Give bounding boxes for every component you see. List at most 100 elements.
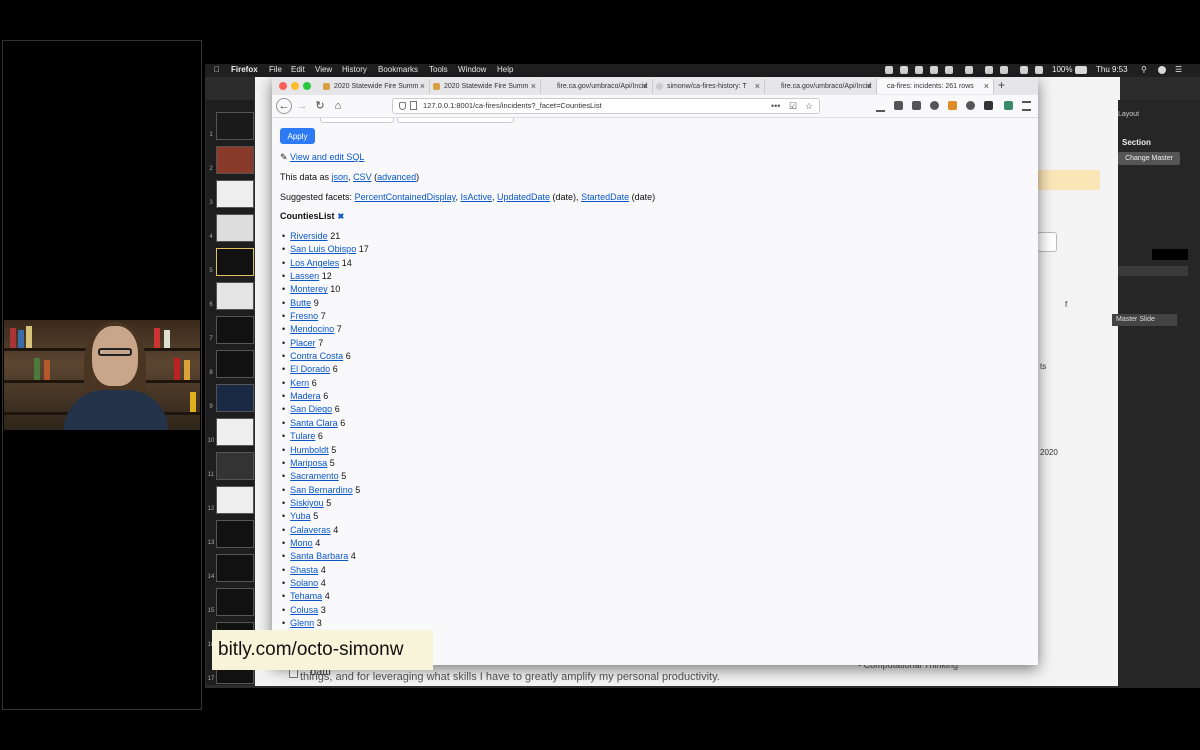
facet-value-link[interactable]: Santa Clara xyxy=(290,418,338,428)
window-zoom-button[interactable] xyxy=(303,82,311,90)
tab-github-ca-fires-history[interactable]: simonw/ca-fires-history: T × xyxy=(653,79,765,94)
status-icon[interactable] xyxy=(900,66,908,74)
keynote-search-icon[interactable] xyxy=(1037,232,1057,252)
wifi-icon[interactable] xyxy=(1020,66,1028,74)
facet-value-link[interactable]: Shasta xyxy=(290,565,318,575)
facet-link-percentcontained[interactable]: PercentContainedDisplay xyxy=(355,192,456,202)
view-edit-sql-link[interactable]: View and edit SQL xyxy=(290,152,364,162)
volume-icon[interactable] xyxy=(1035,66,1043,74)
spotlight-icon[interactable]: ⚲ xyxy=(1141,65,1147,74)
dropbox-icon[interactable] xyxy=(885,66,893,74)
library-icon[interactable] xyxy=(894,101,903,110)
back-arrow-icon[interactable]: ← xyxy=(276,98,292,114)
filter-input[interactable] xyxy=(320,118,394,123)
facet-value-link[interactable]: Mono xyxy=(290,538,313,548)
tab-close-icon[interactable]: × xyxy=(984,79,989,94)
pocket-icon[interactable]: ☑ xyxy=(789,99,797,113)
facet-value-link[interactable]: Yuba xyxy=(290,511,311,521)
tab-close-icon[interactable]: × xyxy=(643,79,648,94)
facet-value-link[interactable]: Lassen xyxy=(290,271,319,281)
json-link[interactable]: json xyxy=(332,172,349,182)
tracking-shield-icon[interactable] xyxy=(399,102,406,110)
facet-value-link[interactable]: Siskiyou xyxy=(290,498,324,508)
facet-link-isactive[interactable]: IsActive xyxy=(460,192,492,202)
hamburger-menu-icon[interactable] xyxy=(1022,101,1031,111)
menu-app-firefox[interactable]: Firefox xyxy=(231,65,258,74)
facet-value-link[interactable]: San Diego xyxy=(290,404,332,414)
bluetooth-icon[interactable] xyxy=(985,66,993,74)
status-icon[interactable] xyxy=(945,66,953,74)
menu-edit[interactable]: Edit xyxy=(291,65,305,74)
facet-value-link[interactable]: Colusa xyxy=(290,605,318,615)
info-icon[interactable] xyxy=(915,66,923,74)
facet-value-link[interactable]: Glenn xyxy=(290,618,314,628)
keynote-dropdown[interactable] xyxy=(1118,266,1188,276)
facet-value-link[interactable]: Sacramento xyxy=(290,471,339,481)
reload-icon[interactable]: ↻ xyxy=(312,98,328,114)
menu-tools[interactable]: Tools xyxy=(429,65,448,74)
menu-clock[interactable]: Thu 9:53 xyxy=(1096,65,1128,74)
facet-link-starteddate[interactable]: StartedDate xyxy=(581,192,629,202)
menu-view[interactable]: View xyxy=(315,65,332,74)
facet-value-link[interactable]: El Dorado xyxy=(290,364,330,374)
extension-icon[interactable] xyxy=(1004,101,1013,110)
url-bar[interactable]: 127.0.0.1:8001/ca-fires/incidents?_facet… xyxy=(392,98,820,114)
menu-window[interactable]: Window xyxy=(458,65,486,74)
change-master-button[interactable]: Change Master xyxy=(1118,152,1180,165)
window-minimize-button[interactable] xyxy=(291,82,299,90)
filter-input[interactable] xyxy=(397,118,514,123)
facet-value-link[interactable]: Butte xyxy=(290,298,311,308)
facet-value-link[interactable]: Fresno xyxy=(290,311,318,321)
new-tab-icon[interactable]: + xyxy=(998,78,1005,92)
advanced-link[interactable]: advanced xyxy=(377,172,416,182)
downloads-icon[interactable] xyxy=(876,101,885,112)
apple-icon[interactable]:  xyxy=(214,65,220,74)
window-close-button[interactable] xyxy=(279,82,287,90)
facet-value-link[interactable]: Mendocino xyxy=(290,324,334,334)
facet-value-link[interactable]: Santa Barbara xyxy=(290,551,348,561)
sidebar-icon[interactable] xyxy=(912,101,921,110)
page-actions-icon[interactable]: ••• xyxy=(771,99,780,113)
tab-fire-summary-2[interactable]: 2020 Statewide Fire Summ × xyxy=(430,79,541,94)
facet-value-link[interactable]: San Luis Obispo xyxy=(290,244,356,254)
extension-icon[interactable] xyxy=(948,101,957,110)
battery-icon[interactable] xyxy=(1075,66,1087,74)
extension-icon[interactable] xyxy=(966,101,975,110)
master-slide-field[interactable]: Master Slide xyxy=(1112,314,1177,326)
facet-value-link[interactable]: Tulare xyxy=(290,431,315,441)
facet-value-link[interactable]: Riverside xyxy=(290,231,328,241)
tab-close-icon[interactable]: × xyxy=(531,79,536,94)
user-avatar-icon[interactable] xyxy=(1158,66,1166,74)
facet-value-link[interactable]: Tehama xyxy=(290,591,322,601)
color-well[interactable] xyxy=(1152,249,1188,260)
page-info-icon[interactable] xyxy=(410,101,417,110)
tab-ca-fires-incidents[interactable]: ca-fires: incidents: 261 rows × xyxy=(877,79,994,94)
facet-value-link[interactable]: Los Angeles xyxy=(290,258,339,268)
tab-fire-summary-1[interactable]: 2020 Statewide Fire Summ × xyxy=(320,79,430,94)
home-icon[interactable]: ⌂ xyxy=(330,98,346,114)
facet-value-link[interactable]: Monterey xyxy=(290,284,328,294)
facet-value-link[interactable]: Mariposa xyxy=(290,458,327,468)
csv-link[interactable]: CSV xyxy=(353,172,372,182)
extension-icon[interactable] xyxy=(984,101,993,110)
menu-file[interactable]: File xyxy=(269,65,282,74)
keynote-slide-navigator[interactable]: 1 2 3 4 5 6 7 8 9 10 11 12 13 14 15 16 1… xyxy=(206,100,254,685)
apply-button[interactable]: Apply xyxy=(280,128,315,144)
notification-center-icon[interactable]: ☰ xyxy=(1175,65,1182,74)
tab-fire-api-1[interactable]: fire.ca.gov/umbraco/Api/Incid × xyxy=(541,79,653,94)
tab-close-icon[interactable]: × xyxy=(867,79,872,94)
airplay-icon[interactable] xyxy=(965,66,973,74)
facet-value-link[interactable]: Solano xyxy=(290,578,318,588)
extension-icon[interactable] xyxy=(930,101,939,110)
menu-history[interactable]: History xyxy=(342,65,367,74)
facet-value-link[interactable]: Calaveras xyxy=(290,525,331,535)
status-icon[interactable] xyxy=(1000,66,1008,74)
remove-facet-icon[interactable]: ✖ xyxy=(338,212,345,221)
forward-arrow-icon[interactable]: → xyxy=(294,98,310,114)
tab-close-icon[interactable]: × xyxy=(420,79,425,94)
facet-value-link[interactable]: Contra Costa xyxy=(290,351,343,361)
tab-fire-api-2[interactable]: fire.ca.gov/umbraco/Api/Incid × xyxy=(765,79,877,94)
facet-value-link[interactable]: Madera xyxy=(290,391,321,401)
facet-value-link[interactable]: San Bernardino xyxy=(290,485,353,495)
menu-bookmarks[interactable]: Bookmarks xyxy=(378,65,418,74)
